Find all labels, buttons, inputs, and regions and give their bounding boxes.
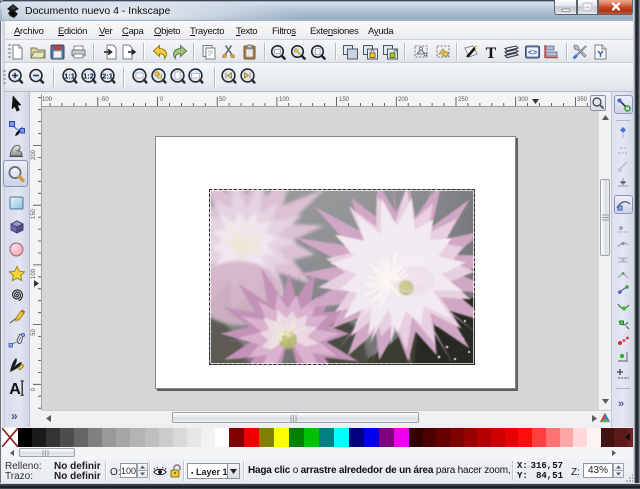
svg-text:T: T [486,45,497,60]
svg-text:-100: -100 [42,97,53,103]
svg-text:250: 250 [458,97,469,103]
svg-text:350: 350 [577,97,588,103]
svg-text:<>: <> [528,48,538,57]
svg-text:150: 150 [339,97,350,103]
svg-text:200: 200 [31,149,37,160]
svg-text:150: 150 [31,208,37,219]
svg-text:50: 50 [31,328,37,335]
svg-text:A: A [9,381,21,397]
svg-text:300: 300 [518,97,529,103]
svg-text:50: 50 [219,97,226,103]
svg-text:200: 200 [398,97,409,103]
svg-text:-50: -50 [100,97,109,103]
svg-text:100: 100 [279,97,290,103]
svg-text:100: 100 [31,268,37,279]
svg-text:0: 0 [31,387,37,391]
svg-text:0: 0 [160,97,164,103]
